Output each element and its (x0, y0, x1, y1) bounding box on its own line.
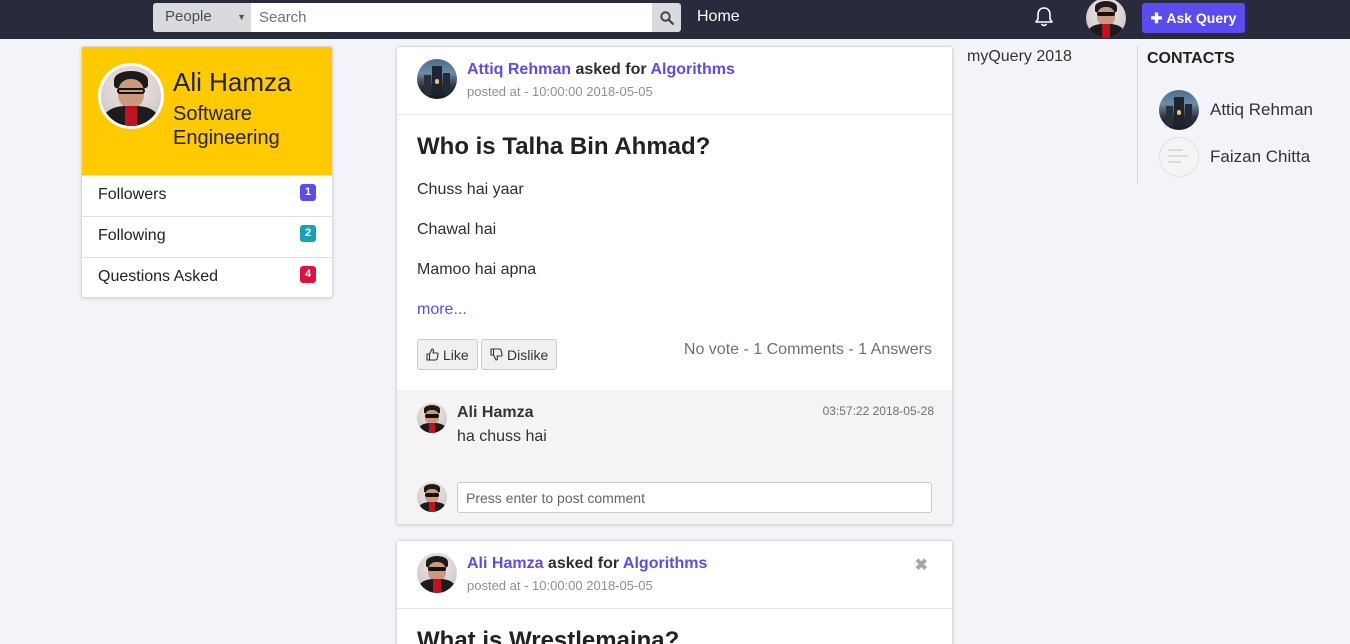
author-avatar[interactable] (417, 553, 457, 593)
stat-label: Following (98, 227, 166, 244)
profile-card: Ali Hamza Software Engineering Followers… (81, 46, 333, 298)
home-link[interactable]: Home (697, 8, 740, 26)
answer-text: Mamoo hai apna (417, 261, 537, 278)
profile-role: Software Engineering (173, 103, 280, 149)
answer-text: Chuss hai yaar (417, 181, 524, 198)
author-link[interactable]: Ali Hamza (467, 555, 543, 572)
post-header: Ali Hamza asked for Algorithms posted at… (397, 541, 952, 609)
comment-time: 03:57:22 2018-05-28 (822, 404, 934, 418)
stat-label: Questions Asked (98, 268, 219, 285)
search-type-label: People (165, 8, 212, 25)
post-timestamp: posted at - 10:00:00 2018-05-05 (467, 578, 653, 593)
search-button[interactable] (652, 3, 681, 32)
like-label: Like (443, 346, 469, 363)
contacts-title: CONTACTS (1147, 50, 1235, 67)
plus-icon: ✚ (1150, 9, 1163, 26)
thumbs-up-icon (426, 348, 439, 361)
ask-query-button[interactable]: ✚ Ask Query (1142, 3, 1245, 33)
more-link[interactable]: more... (417, 301, 467, 319)
post-header: Attiq Rehman asked for Algorithms posted… (397, 47, 952, 115)
user-avatar[interactable] (1086, 0, 1126, 38)
contact-item[interactable]: Attiq Rehman (1159, 90, 1339, 130)
asked-for-text: asked for (547, 555, 620, 572)
bell-icon (1035, 7, 1053, 27)
profile-avatar (98, 63, 164, 129)
navbar: People ▼ Home ✚ Ask Query (0, 0, 1350, 39)
caret-down-icon: ▼ (237, 12, 246, 22)
post-byline: Attiq Rehman asked for Algorithms (467, 61, 735, 79)
notifications-button[interactable] (1034, 6, 1054, 33)
category-link[interactable]: Algorithms (650, 61, 734, 78)
comment-text: ha chuss hai (457, 428, 547, 445)
stat-label: Followers (98, 186, 167, 203)
dislike-button[interactable]: Dislike (481, 339, 558, 370)
post-card: Attiq Rehman asked for Algorithms posted… (396, 46, 953, 525)
asked-for-text: asked for (575, 61, 647, 78)
count-badge: 1 (300, 184, 316, 201)
stat-followers[interactable]: Followers 1 (82, 175, 332, 216)
current-user-avatar (417, 482, 447, 512)
post-stats: No vote - 1 Comments - 1 Answers (683, 341, 932, 358)
count-badge: 2 (300, 225, 316, 242)
close-icon[interactable]: ✖ (915, 555, 928, 575)
commenter-avatar[interactable] (417, 403, 447, 433)
contact-name: Attiq Rehman (1210, 100, 1313, 119)
author-avatar[interactable] (417, 59, 457, 99)
stat-questions-asked[interactable]: Questions Asked 4 (82, 257, 332, 297)
search-icon (659, 10, 674, 25)
search-input[interactable] (251, 3, 652, 32)
question-title[interactable]: Who is Talha Bin Ahmad? (417, 133, 710, 161)
category-link[interactable]: Algorithms (623, 555, 707, 572)
stat-following[interactable]: Following 2 (82, 216, 332, 257)
answer-text: Chawal hai (417, 221, 497, 238)
comment-author[interactable]: Ali Hamza (457, 404, 533, 422)
dislike-label: Dislike (507, 346, 549, 363)
profile-header: Ali Hamza Software Engineering (82, 47, 332, 175)
contact-avatar (1159, 90, 1199, 130)
post-card: Ali Hamza asked for Algorithms posted at… (396, 540, 953, 644)
search-group: People ▼ (153, 3, 681, 32)
comment-input[interactable] (457, 482, 932, 513)
contact-avatar (1159, 137, 1199, 177)
post-byline: Ali Hamza asked for Algorithms (467, 555, 707, 573)
brand-text: myQuery 2018 (967, 48, 1072, 65)
count-badge: 4 (300, 266, 316, 283)
post-timestamp: posted at - 10:00:00 2018-05-05 (467, 84, 653, 99)
author-link[interactable]: Attiq Rehman (467, 61, 571, 78)
comments-section: Ali Hamza 03:57:22 2018-05-28 ha chuss h… (397, 390, 952, 524)
search-type-select[interactable]: People ▼ (153, 3, 251, 32)
profile-name: Ali Hamza (173, 67, 292, 97)
contact-item[interactable]: Faizan Chitta (1159, 137, 1339, 177)
thumbs-down-icon (490, 348, 503, 361)
ask-query-label: Ask Query (1166, 10, 1237, 26)
question-title[interactable]: What is Wrestlemaina? (417, 627, 679, 644)
contacts-panel: CONTACTS Attiq Rehman Faizan Chitta (1137, 46, 1337, 183)
like-button[interactable]: Like (417, 339, 478, 370)
contact-name: Faizan Chitta (1210, 147, 1311, 166)
